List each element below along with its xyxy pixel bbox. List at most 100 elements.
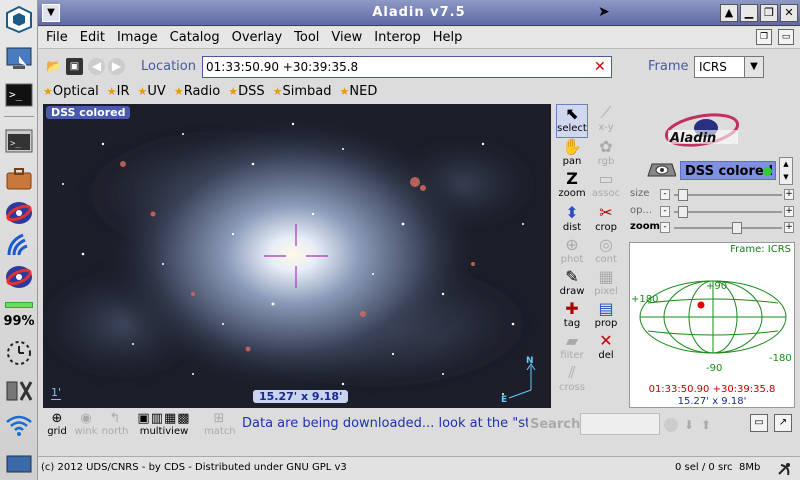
tool-rgb[interactable]: ✿ rgb — [590, 138, 622, 172]
search-go-icon[interactable] — [664, 418, 678, 432]
restore-panel-button[interactable]: ❐ — [756, 29, 772, 45]
menu-help[interactable]: Help — [427, 30, 469, 45]
east-label: E — [501, 395, 508, 405]
view-layer-label: DSS colored — [46, 106, 131, 119]
tool-prop[interactable]: ▤ prop — [590, 300, 622, 334]
tool-xy[interactable]: ⟋ x-y — [590, 104, 622, 138]
band-simbad[interactable]: ★Simbad — [268, 84, 335, 99]
clock-icon[interactable] — [3, 338, 35, 368]
arrow-up-icon[interactable]: ⬆ — [699, 418, 713, 432]
tool-tag[interactable]: ✚ tag — [556, 300, 588, 334]
clear-location-icon[interactable]: ✕ — [594, 59, 606, 75]
search-label: Search — [530, 417, 581, 432]
menu-tool[interactable]: Tool — [288, 30, 325, 45]
match-button[interactable]: ⊞ match — [204, 412, 236, 438]
band-dss[interactable]: ★DSS — [223, 84, 267, 99]
lat-top-label: +90 — [706, 281, 728, 292]
maximize-button[interactable]: ❐ — [760, 4, 778, 22]
menu-catalog[interactable]: Catalog — [164, 30, 226, 45]
tool-cont[interactable]: ◎ cont — [590, 236, 622, 270]
tool-select[interactable]: ⬉ select — [556, 104, 588, 138]
briefcase-icon[interactable] — [3, 164, 35, 194]
tool-crop[interactable]: ✂ crop — [590, 204, 622, 238]
star-icon: ★ — [137, 84, 148, 98]
save-icon[interactable]: ▣ — [66, 58, 83, 75]
tag-icon: ✚ — [565, 299, 579, 318]
window-title: Aladin v7.5 — [372, 5, 466, 20]
selection-count: 0 sel / 0 src — [675, 462, 733, 473]
search-input[interactable] — [580, 413, 660, 435]
aladin-app-icon-2[interactable] — [3, 262, 35, 292]
tool-pan[interactable]: ✋ pan — [556, 138, 588, 172]
zoom-icon: Z — [566, 169, 578, 188]
chevron-down-icon[interactable]: ▼ — [744, 56, 764, 78]
layer-stack-item[interactable]: DSS colored — [680, 161, 776, 180]
open-folder-icon[interactable]: 📂 — [45, 58, 62, 75]
zoom-slider[interactable]: zoom - + — [630, 221, 794, 235]
star-icon: ★ — [339, 84, 350, 98]
wifi-icon[interactable] — [3, 410, 35, 440]
close-panel-button[interactable]: ▭ — [778, 29, 794, 45]
menu-interop[interactable]: Interop — [368, 30, 426, 45]
layer-scrollbar[interactable]: ▲ ▼ — [779, 157, 793, 185]
tool-dist[interactable]: ⬍ dist — [556, 204, 588, 238]
terminal-window-icon[interactable]: >_ — [3, 126, 35, 156]
properties-icon: ▤ — [598, 299, 614, 318]
menu-edit[interactable]: Edit — [74, 30, 111, 45]
wink-button[interactable]: ◉ wink — [71, 412, 101, 438]
minimize-button[interactable]: ▁ — [740, 4, 758, 22]
tool-phot[interactable]: ⊕ phot — [556, 236, 588, 270]
tool-zoom[interactable]: Zzoom — [556, 170, 588, 204]
location-input[interactable] — [202, 56, 612, 78]
band-ir[interactable]: ★IR — [102, 84, 133, 99]
location-toolbar: 📂 ▣ ◀ ▶ Location ✕ Frame ICRS ▼ — [38, 54, 800, 80]
band-optical[interactable]: ★Optical — [38, 84, 102, 99]
menu-overlay[interactable]: Overlay — [226, 30, 289, 45]
band-ned[interactable]: ★NED — [335, 84, 381, 99]
show-desktop-icon[interactable] — [3, 448, 35, 478]
opacity-slider[interactable]: op... - + — [630, 205, 794, 219]
radio-signal-icon[interactable] — [3, 230, 35, 260]
position-marker — [697, 301, 705, 309]
north-button[interactable]: ↰ north — [100, 412, 130, 438]
terminal-icon[interactable]: >_ — [3, 80, 35, 110]
panel-toggle-button[interactable]: ▭ — [750, 414, 768, 432]
launcher-icon[interactable] — [3, 4, 35, 34]
tool-cross[interactable]: ⫽ cross — [556, 364, 588, 398]
back-arrow-icon[interactable]: ◀ — [88, 58, 105, 75]
size-slider[interactable]: size - + — [630, 188, 794, 202]
grid-button[interactable]: ⊕ grid — [42, 412, 72, 438]
settings-tools-icon[interactable] — [3, 376, 35, 406]
sky-image-view[interactable]: DSS colored 1' 15.27' x 9.18' N E — [43, 104, 551, 408]
tool-draw[interactable]: ✎ draw — [556, 268, 588, 302]
arrow-down-icon[interactable]: ⬇ — [682, 418, 696, 432]
menu-image[interactable]: Image — [111, 30, 164, 45]
dist-icon: ⬍ — [565, 203, 579, 222]
contour-icon: ◎ — [599, 235, 613, 254]
external-window-button[interactable]: ↗ — [774, 414, 792, 432]
menu-file[interactable]: File — [40, 30, 74, 45]
satellite-dish-icon[interactable] — [776, 461, 794, 477]
shade-button[interactable]: ▲ — [720, 4, 738, 22]
aladin-app-icon[interactable] — [3, 198, 35, 228]
quick-server-bar: ★Optical ★IR ★UV ★Radio ★DSS ★Simbad ★NE… — [38, 81, 538, 101]
tool-pixel[interactable]: ▦ pixel — [590, 268, 622, 302]
tool-filter[interactable]: ▰ filter — [556, 332, 588, 366]
xy-plot-icon: ⟋ — [600, 103, 612, 122]
menu-view[interactable]: View — [325, 30, 368, 45]
layer-eye-icon[interactable] — [646, 162, 676, 178]
forward-arrow-icon[interactable]: ▶ — [108, 58, 125, 75]
close-button[interactable]: ✕ — [780, 4, 798, 22]
assoc-icon: ▭ — [598, 169, 614, 188]
cursor-icon: ⬉ — [565, 104, 579, 123]
frame-label: Frame — [648, 59, 689, 74]
band-radio[interactable]: ★Radio — [169, 84, 223, 99]
tool-del[interactable]: ✕ del — [590, 332, 622, 366]
layer-status-dot — [763, 167, 772, 176]
band-uv[interactable]: ★UV — [133, 84, 169, 99]
tool-assoc[interactable]: ▭ assoc — [590, 170, 622, 204]
pencil-icon: ✎ — [565, 267, 579, 286]
star-icon: ★ — [173, 84, 184, 98]
multiview-button[interactable]: ▣▥▦▩ multiview — [136, 412, 192, 438]
desktop-icon[interactable] — [3, 44, 35, 74]
